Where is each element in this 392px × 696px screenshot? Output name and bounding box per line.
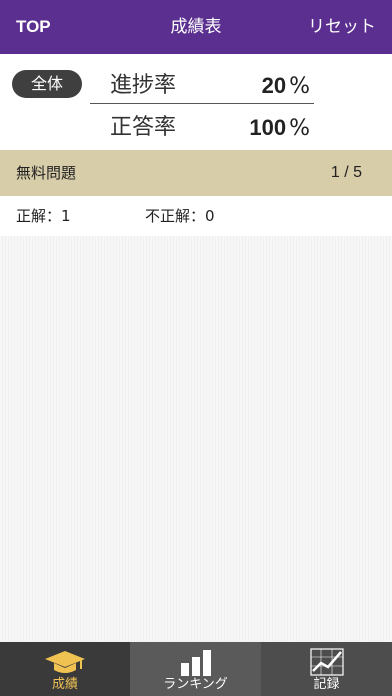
result-row: 正解：1 不正解：0	[0, 196, 392, 236]
progress-rate-unit: %	[289, 74, 310, 99]
correct-rate-label: 正答率	[110, 115, 177, 140]
tab-records[interactable]: 記録	[261, 642, 392, 696]
tab-ranking[interactable]: ランキング	[130, 642, 261, 696]
reset-button[interactable]: リセット	[308, 0, 376, 54]
bar-chart-icon	[180, 650, 211, 676]
correct-rate-value: 100%	[249, 108, 310, 151]
progress-rate-label: 進捗率	[110, 73, 177, 98]
mortarboard-icon	[45, 651, 85, 673]
correct-rate-unit: %	[289, 116, 310, 141]
correct-rate-number: 100	[249, 115, 287, 140]
incorrect-count: 不正解：0	[145, 207, 215, 225]
tab-records-label: 記録	[313, 677, 340, 692]
tab-scores[interactable]: 成績	[0, 642, 130, 696]
progress-rate-number: 20	[261, 73, 287, 98]
score-summary: 全体 進捗率 20% 正答率 100%	[0, 54, 392, 150]
correct-rate-row: 正答率 100%	[110, 108, 310, 148]
tab-ranking-label: ランキング	[163, 677, 228, 692]
scope-badge[interactable]: 全体	[12, 70, 82, 98]
summary-divider	[90, 103, 314, 104]
tab-bar: 成績 ランキング 記録	[0, 642, 392, 696]
tab-scores-label: 成績	[51, 677, 78, 692]
content-background	[0, 236, 392, 642]
line-chart-icon	[309, 648, 344, 676]
category-title: 無料問題	[16, 164, 77, 182]
category-header[interactable]: 無料問題 1 / 5	[0, 150, 392, 196]
progress-rate-row: 進捗率 20%	[110, 66, 310, 106]
top-button[interactable]: TOP	[16, 0, 51, 54]
navigation-bar: TOP 成績表 リセット	[0, 0, 392, 54]
category-count: 1 / 5	[330, 164, 362, 181]
correct-count: 正解：1	[16, 207, 71, 225]
